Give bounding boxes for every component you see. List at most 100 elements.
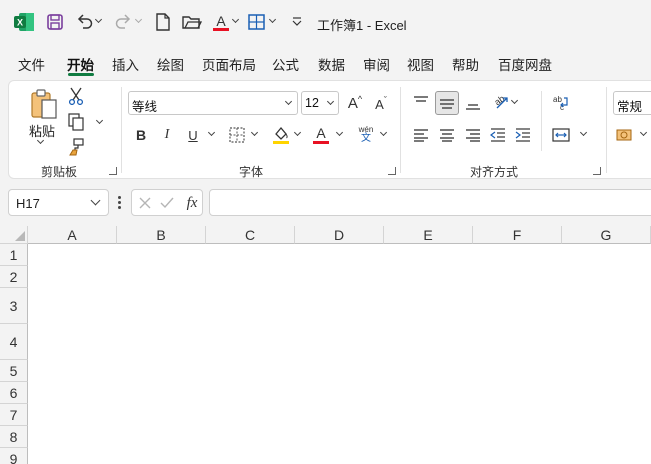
paste-icon[interactable]: [29, 87, 59, 121]
underline-button[interactable]: U: [185, 125, 201, 145]
cut-icon[interactable]: [67, 87, 85, 105]
phonetic-guide-icon[interactable]: wén 文: [356, 124, 376, 146]
tab-view[interactable]: 视图: [407, 54, 434, 74]
borders-qat-dropdown-icon[interactable]: [268, 15, 277, 24]
borders-dropdown-icon[interactable]: [250, 128, 259, 137]
enter-check-icon[interactable]: [159, 195, 175, 211]
tab-baidu-netdisk[interactable]: 百度网盘: [498, 54, 552, 74]
accounting-format-icon[interactable]: [615, 126, 635, 144]
increase-indent-icon[interactable]: [514, 126, 532, 144]
alignment-dialog-launcher-icon[interactable]: [593, 167, 601, 175]
font-color-icon[interactable]: A: [312, 125, 330, 145]
borders-icon[interactable]: [228, 126, 246, 144]
tab-review[interactable]: 审阅: [363, 54, 390, 74]
more-options-icon[interactable]: [118, 196, 121, 209]
chevron-down-icon: [90, 195, 101, 206]
font-color-qat-dropdown-icon[interactable]: [231, 15, 240, 24]
copy-dropdown-icon[interactable]: [95, 116, 104, 125]
font-size-value: 12: [305, 96, 319, 110]
svg-text:A: A: [216, 13, 226, 29]
row-header[interactable]: 7: [0, 404, 28, 426]
group-separator: [400, 87, 401, 173]
tab-formulas[interactable]: 公式: [272, 54, 299, 74]
column-header[interactable]: B: [117, 226, 206, 244]
format-painter-icon[interactable]: [67, 138, 85, 156]
row-header[interactable]: 1: [0, 244, 28, 266]
bold-button[interactable]: B: [133, 125, 149, 145]
ribbon: 粘贴 剪贴板 等线 12 A ^ Aˇ B I U A wén 文 字体 ab …: [8, 80, 651, 179]
accounting-format-dropdown-icon[interactable]: [639, 128, 648, 137]
row-header[interactable]: 4: [0, 324, 28, 360]
new-file-icon[interactable]: [155, 13, 171, 31]
borders-qat-icon[interactable]: [248, 13, 266, 31]
row-header[interactable]: 3: [0, 288, 28, 324]
tab-file[interactable]: 文件: [18, 54, 45, 74]
middle-align-icon[interactable]: [435, 91, 459, 115]
font-size-dropdown[interactable]: 12: [301, 91, 339, 115]
select-all-button[interactable]: [0, 226, 28, 244]
row-header[interactable]: 2: [0, 266, 28, 288]
open-folder-icon[interactable]: [182, 13, 202, 31]
align-center-icon[interactable]: [438, 126, 456, 144]
row-header[interactable]: 6: [0, 382, 28, 404]
top-align-icon[interactable]: [412, 93, 430, 111]
tab-data[interactable]: 数据: [318, 54, 345, 74]
bottom-align-icon[interactable]: [464, 95, 482, 113]
font-color-qat-icon[interactable]: A: [212, 13, 230, 33]
underline-dropdown-icon[interactable]: [207, 128, 216, 137]
redo-icon[interactable]: [114, 13, 132, 31]
font-color-dropdown-icon[interactable]: [335, 128, 344, 137]
font-name-value: 等线: [132, 100, 158, 114]
align-left-icon[interactable]: [412, 126, 430, 144]
align-right-icon[interactable]: [464, 126, 482, 144]
customize-qat-icon[interactable]: [292, 17, 302, 27]
fill-color-icon[interactable]: [272, 125, 290, 145]
group-separator-inner: [541, 91, 542, 151]
tab-home[interactable]: 开始: [67, 54, 94, 74]
decrease-indent-icon[interactable]: [489, 126, 507, 144]
column-header[interactable]: E: [384, 226, 473, 244]
clipboard-dialog-launcher-icon[interactable]: [109, 167, 117, 175]
phonetic-guide-dropdown-icon[interactable]: [379, 128, 388, 137]
italic-button[interactable]: I: [159, 125, 175, 145]
column-header[interactable]: G: [562, 226, 651, 244]
decrease-font-size-icon[interactable]: Aˇ: [371, 93, 391, 115]
number-format-dropdown[interactable]: 常规: [613, 91, 651, 115]
name-box[interactable]: H17: [8, 189, 109, 216]
formula-input[interactable]: [209, 189, 651, 216]
ribbon-tabs: 文件 开始 插入 绘图 页面布局 公式 数据 审阅 视图 帮助 百度网盘: [0, 50, 651, 76]
orientation-dropdown-icon[interactable]: [510, 96, 519, 105]
font-dialog-launcher-icon[interactable]: [388, 167, 396, 175]
redo-dropdown-icon[interactable]: [134, 15, 143, 24]
tab-draw[interactable]: 绘图: [157, 54, 184, 74]
merge-center-dropdown-icon[interactable]: [579, 128, 588, 137]
worksheet-grid[interactable]: A B C D E F G 1 2 3 4 5 6 7 8 9: [0, 226, 651, 464]
undo-icon[interactable]: [76, 13, 94, 31]
cancel-icon[interactable]: [137, 195, 153, 211]
column-header[interactable]: C: [206, 226, 295, 244]
tab-page-layout[interactable]: 页面布局: [202, 54, 256, 74]
insert-function-icon[interactable]: fx: [183, 193, 201, 213]
row-header[interactable]: 8: [0, 426, 28, 448]
formula-buttons: fx: [131, 189, 203, 216]
column-header[interactable]: D: [295, 226, 384, 244]
column-header[interactable]: F: [473, 226, 562, 244]
paste-dropdown-icon[interactable]: [36, 136, 45, 145]
group-separator: [606, 87, 607, 173]
orientation-icon[interactable]: ab: [489, 93, 509, 111]
wrap-text-icon[interactable]: ab c: [551, 93, 571, 113]
save-icon[interactable]: [46, 13, 64, 31]
fill-color-dropdown-icon[interactable]: [293, 128, 302, 137]
chevron-down-icon: [284, 97, 293, 106]
copy-icon[interactable]: [67, 113, 85, 131]
clipboard-group-label: 剪贴板: [41, 165, 78, 179]
column-header[interactable]: A: [28, 226, 117, 244]
row-header[interactable]: 9: [0, 448, 28, 464]
tab-help[interactable]: 帮助: [452, 54, 479, 74]
merge-center-icon[interactable]: [551, 126, 571, 144]
increase-font-size-icon[interactable]: A ^: [345, 92, 365, 114]
undo-dropdown-icon[interactable]: [94, 15, 103, 24]
font-name-dropdown[interactable]: 等线: [128, 91, 298, 115]
row-header[interactable]: 5: [0, 360, 28, 382]
tab-insert[interactable]: 插入: [112, 54, 139, 74]
